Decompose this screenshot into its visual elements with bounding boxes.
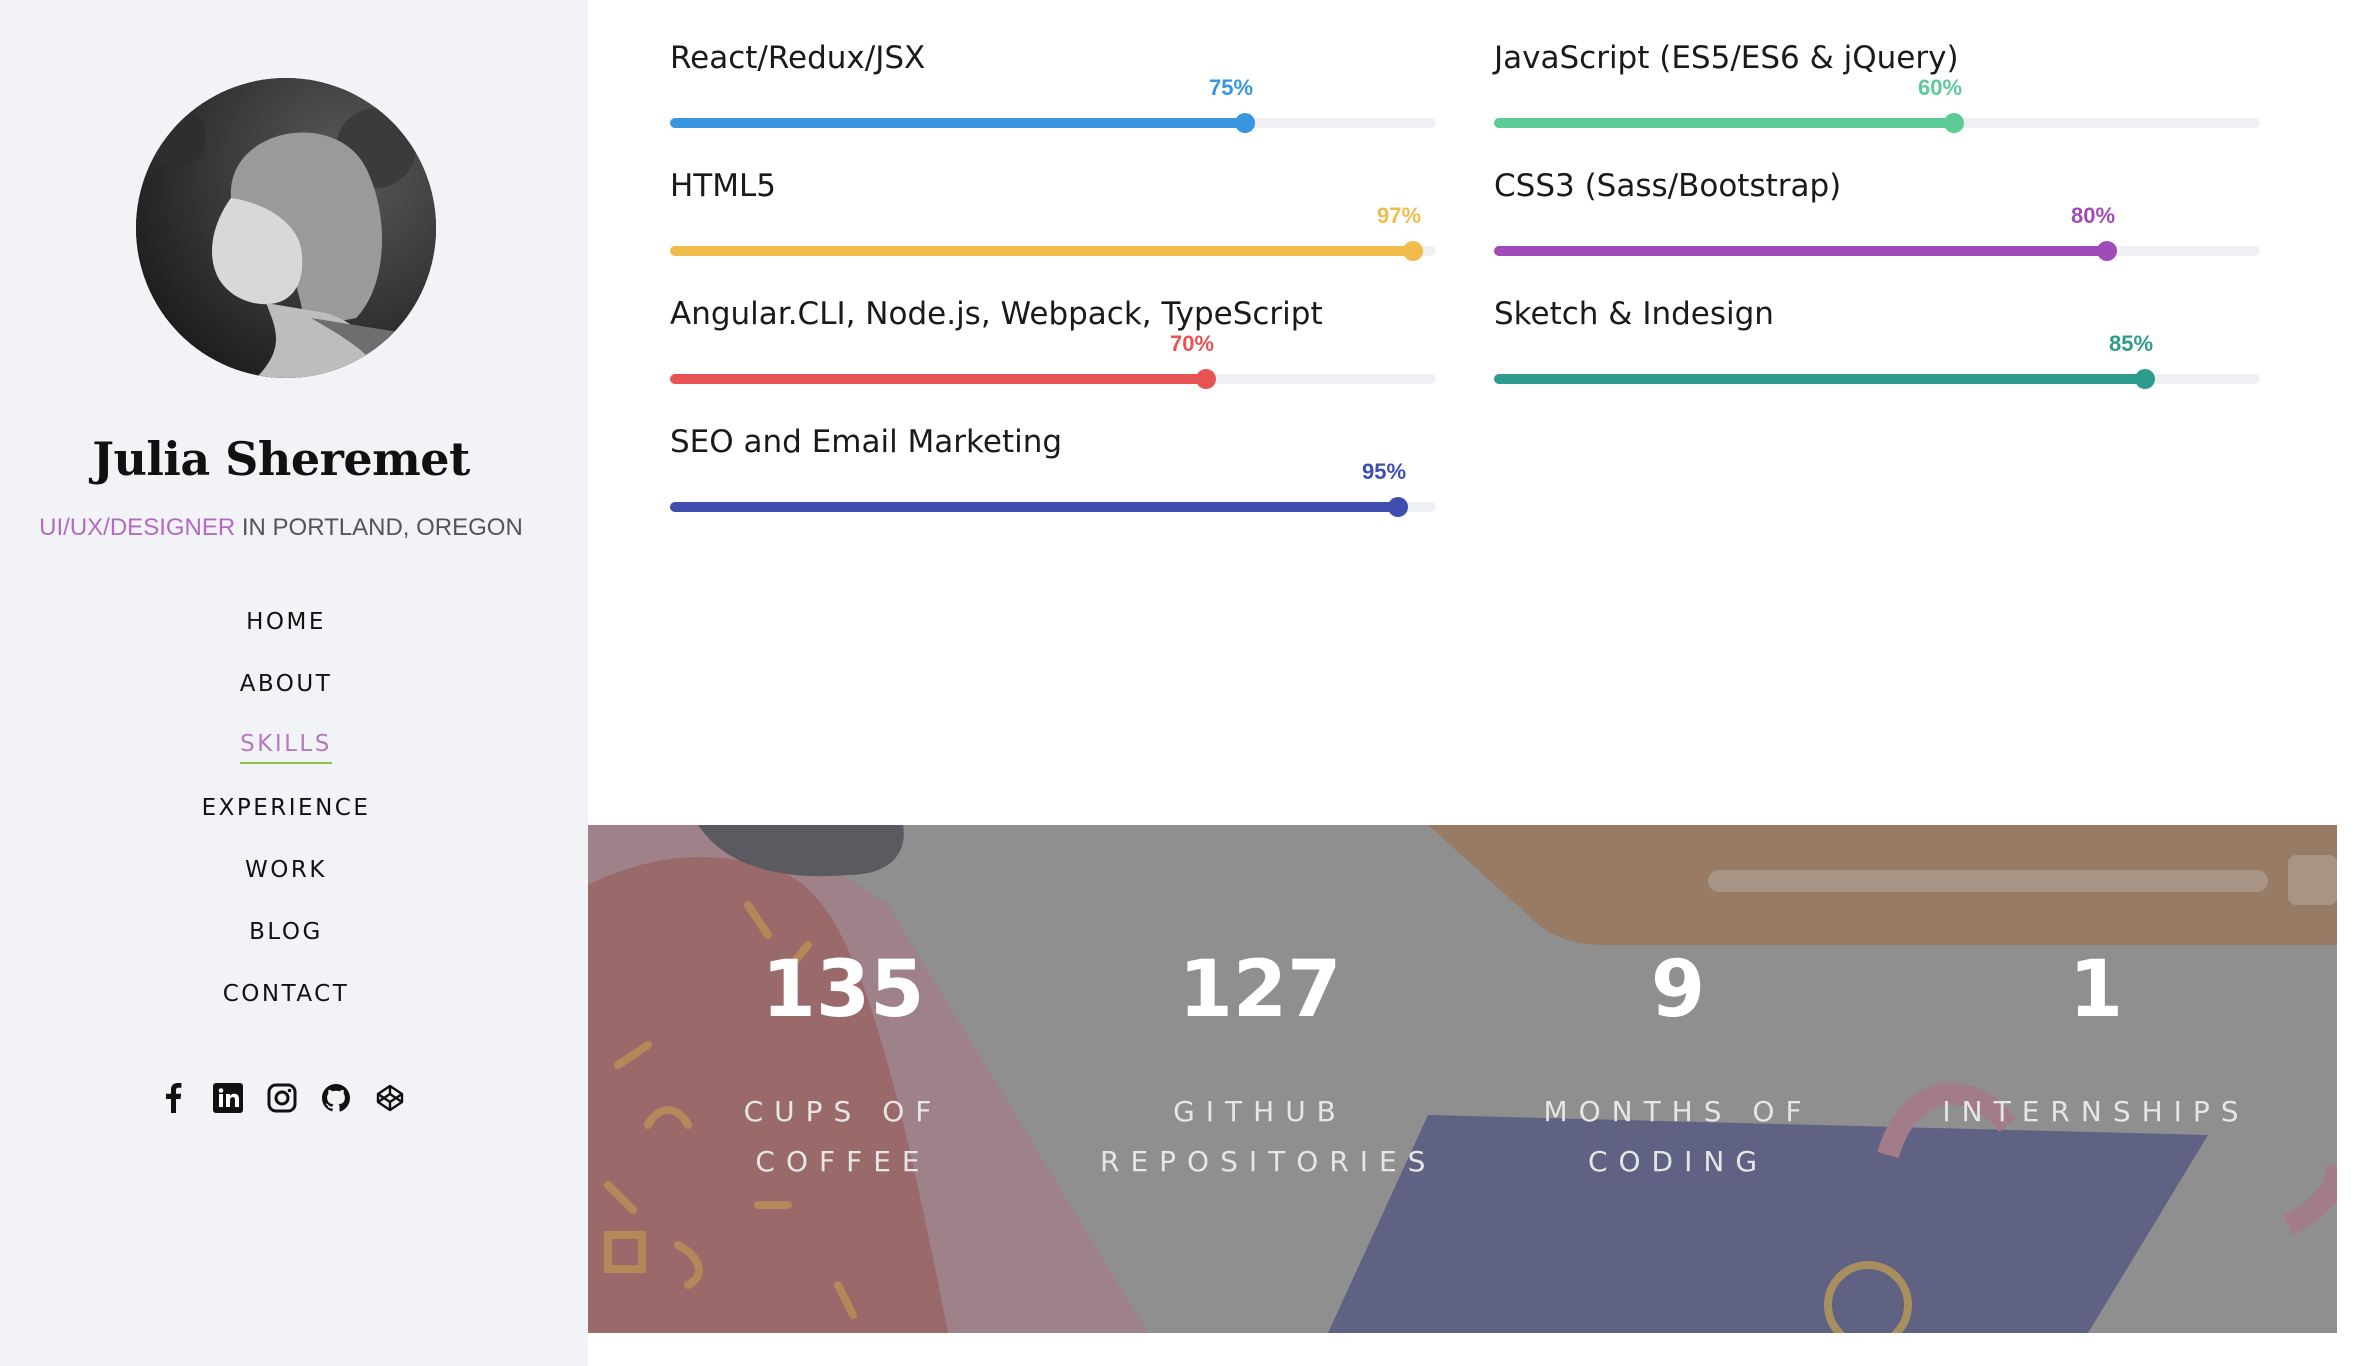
stat-number: 135	[761, 945, 925, 1035]
skill-label: SEO and Email Marketing	[670, 424, 1063, 460]
skill-percent: 95%	[1361, 459, 1407, 484]
stat-caption: CUPS OF COFFEE	[743, 1095, 943, 1178]
banner-illustration	[588, 825, 2337, 1333]
role-location: IN PORTLAND, OREGON	[235, 514, 523, 541]
skill-fill	[1494, 246, 2107, 256]
skill-item: SEO and Email Marketing 95%	[670, 384, 1436, 517]
nav-blog[interactable]: BLOG	[249, 914, 323, 950]
skill-fill	[670, 502, 1398, 512]
nav-about[interactable]: ABOUT	[240, 666, 333, 702]
github-icon[interactable]	[320, 1082, 352, 1114]
facebook-icon[interactable]	[158, 1082, 190, 1114]
main-nav: HOME ABOUT SKILLS EXPERIENCE WORK BLOG C…	[0, 604, 572, 1038]
stat-number: 9	[1650, 945, 1706, 1035]
nav-experience[interactable]: EXPERIENCE	[202, 790, 371, 826]
stats-banner: 135 CUPS OF COFFEE 127 GITHUB REPOSITORI…	[588, 825, 2337, 1333]
stat-caption: GITHUB REPOSITORIES	[1100, 1095, 1437, 1178]
skill-track	[1494, 369, 2260, 389]
skill-percent: 75%	[1208, 75, 1254, 100]
skill-knob	[2135, 369, 2155, 389]
skill-label: HTML5	[670, 168, 776, 204]
profile-photo	[136, 78, 436, 378]
skill-track	[1494, 113, 2260, 133]
nav-skills[interactable]: SKILLS	[240, 728, 332, 764]
nav-home[interactable]: HOME	[246, 604, 326, 640]
nav-contact[interactable]: CONTACT	[223, 976, 350, 1012]
skill-item: Sketch & Indesign 85%	[1494, 256, 2260, 389]
skill-percent: 60%	[1917, 75, 1963, 100]
skill-percent: 85%	[2108, 331, 2154, 356]
codepen-icon[interactable]	[374, 1082, 406, 1114]
profile-name: Julia Sheremet	[92, 432, 470, 486]
stat-number: 1	[2068, 945, 2124, 1035]
skill-percent: 97%	[1376, 203, 1422, 228]
skill-fill	[670, 118, 1245, 128]
skill-label: CSS3 (Sass/Bootstrap)	[1494, 168, 1842, 204]
skill-knob	[1388, 497, 1408, 517]
skill-item: CSS3 (Sass/Bootstrap) 80%	[1494, 128, 2260, 261]
skill-track	[670, 241, 1436, 261]
skill-item: HTML5 97%	[670, 128, 1436, 261]
skill-fill	[1494, 374, 2145, 384]
skill-fill	[1494, 118, 1954, 128]
skill-track	[670, 369, 1436, 389]
nav-work[interactable]: WORK	[245, 852, 327, 888]
linkedin-icon[interactable]	[212, 1082, 244, 1114]
skill-percent: 80%	[2070, 203, 2116, 228]
sidebar: Julia Sheremet UI/UX/DESIGNER IN PORTLAN…	[0, 0, 588, 1366]
stat-caption: INTERNSHIPS	[1942, 1095, 2250, 1128]
skill-item: JavaScript (ES5/ES6 & jQuery) 60%	[1494, 0, 2260, 133]
stat-number: 127	[1178, 945, 1342, 1035]
skill-label: JavaScript (ES5/ES6 & jQuery)	[1494, 40, 1959, 76]
stat-caption: MONTHS OF CODING	[1543, 1095, 1813, 1178]
skill-percent: 70%	[1169, 331, 1215, 356]
skill-fill	[670, 246, 1413, 256]
skill-item: React/Redux/JSX 75%	[670, 0, 1436, 133]
profile-role: UI/UX/DESIGNER IN PORTLAND, OREGON	[0, 514, 562, 542]
skill-track	[670, 113, 1436, 133]
role-title: UI/UX/DESIGNER	[39, 514, 236, 541]
skill-track	[670, 497, 1436, 517]
skill-label: Angular.CLI, Node.js, Webpack, TypeScrip…	[670, 296, 1323, 332]
skill-fill	[670, 374, 1206, 384]
skill-label: Sketch & Indesign	[1494, 296, 1774, 332]
skill-item: Angular.CLI, Node.js, Webpack, TypeScrip…	[670, 256, 1436, 389]
skill-track	[1494, 241, 2260, 261]
instagram-icon[interactable]	[266, 1082, 298, 1114]
skill-label: React/Redux/JSX	[670, 40, 926, 76]
social-links	[158, 1082, 406, 1114]
